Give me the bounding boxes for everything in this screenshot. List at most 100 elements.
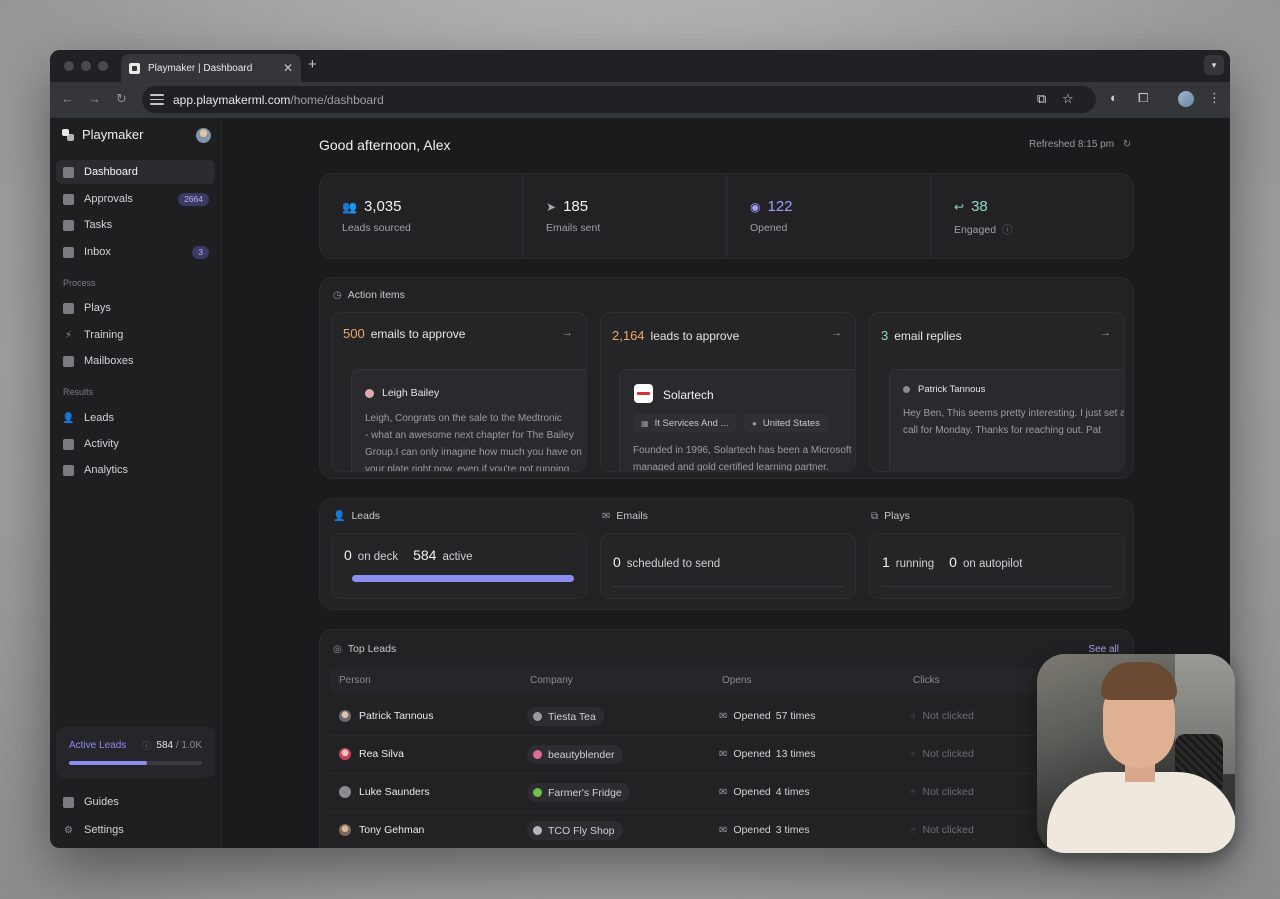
help-icon[interactable]: ⓘ <box>1002 224 1013 236</box>
pointer-icon: ☝ <box>910 824 916 835</box>
column-header-clicks[interactable]: Clicks <box>913 675 940 686</box>
user-avatar[interactable] <box>196 128 211 143</box>
back-arrow-icon[interactable]: ← <box>61 91 74 106</box>
company-chip[interactable]: Farmer's Fridge <box>527 783 630 802</box>
lead-preview-card[interactable]: Solartech ▦ It Services And ... ● United S… <box>619 369 855 471</box>
preview-company: Solartech <box>663 388 714 402</box>
stat-opened[interactable]: ◉ 122 Opened <box>728 174 931 258</box>
column-header-person[interactable]: Person <box>339 675 371 686</box>
company-chip[interactable]: TCO Fly Shop <box>527 821 623 840</box>
forward-arrow-icon[interactable]: → <box>88 91 101 106</box>
company-logo-icon <box>533 712 542 721</box>
stat-leads-sourced[interactable]: 👥 3,035 Leads sourced <box>320 174 523 258</box>
sidebar-item-label: Tasks <box>84 219 113 231</box>
send-icon: ➤ <box>546 199 557 214</box>
email-preview-card[interactable]: Leigh Bailey Leigh, Congrats on the sale… <box>351 369 586 471</box>
reply-icon: ↩ <box>954 199 965 214</box>
sidebar-item-dashboard[interactable]: Dashboard <box>56 160 215 184</box>
company-chip[interactable]: Tiesta Tea <box>527 707 604 726</box>
stat-emails-sent[interactable]: ➤ 185 Emails sent <box>524 174 727 258</box>
playmaker-favicon-icon <box>129 62 140 74</box>
action-label: email replies <box>894 329 962 343</box>
action-label: leads to approve <box>650 329 740 343</box>
action-col-leads[interactable]: 2,164 leads to approve → Solartech ▦ It Se… <box>600 312 856 472</box>
arrow-right-icon[interactable]: → <box>562 327 573 339</box>
tag-text: It Services And ... <box>654 417 729 429</box>
brand[interactable]: Playmaker <box>62 127 143 142</box>
column-header-opens[interactable]: Opens <box>722 675 751 686</box>
clicks-status: Not clicked <box>922 824 974 836</box>
tab-search-button[interactable]: ▾ <box>1204 55 1224 75</box>
arrow-right-icon[interactable]: → <box>1100 327 1111 339</box>
sidebar-item-settings[interactable]: ⚙ Settings <box>56 818 215 842</box>
open-external-icon[interactable]: ⧉ <box>1037 91 1046 107</box>
table-row[interactable]: Rea Silva beautyblender ✉ Opened 13 times … <box>330 736 1125 774</box>
preview-person: Patrick Tannous <box>918 384 986 395</box>
sidebar-item-tasks[interactable]: Tasks <box>56 213 215 237</box>
summary-card: 👤 Leads ✉ Emails ⧉ Plays 0 on deck 584 acti… <box>319 498 1134 610</box>
opens-label: Opened <box>733 786 771 798</box>
table-row[interactable]: Tony Gehman TCO Fly Shop ✉ Opened 3 times … <box>330 812 1125 848</box>
sidebar-item-activity[interactable]: Activity <box>56 432 215 456</box>
mail-open-icon: ✉ <box>719 786 728 798</box>
reply-preview-card[interactable]: Patrick Tannous Hey Ben, This seems pret… <box>889 369 1124 471</box>
help-icon[interactable]: ⓘ <box>142 739 151 752</box>
sidebar-item-analytics[interactable]: Analytics <box>56 458 215 482</box>
lead-company: Tiesta Tea <box>548 710 596 723</box>
pointer-icon: ☝ <box>910 710 916 721</box>
emails-summary-box[interactable]: 0 scheduled to send <box>600 533 856 599</box>
sidebar-item-inbox[interactable]: Inbox 3 <box>56 240 215 264</box>
sidebar: Playmaker Dashboard Approvals 2664 Tasks… <box>50 118 222 848</box>
extensions-puzzle-icon[interactable]: ⧠ <box>1138 90 1148 106</box>
tab-close-icon[interactable]: ✕ <box>283 61 293 75</box>
browser-menu-icon[interactable]: ⋮ <box>1208 90 1221 106</box>
site-settings-icon[interactable] <box>150 93 164 107</box>
browser-profile-avatar[interactable] <box>1178 91 1194 107</box>
lead-person[interactable]: Luke Saunders <box>359 786 430 798</box>
column-header-company[interactable]: Company <box>530 675 573 686</box>
active-leads-card[interactable]: Active Leads ⓘ 584 / 1.0K <box>56 727 215 778</box>
action-col-replies[interactable]: 3 email replies → Patrick Tannous Hey Ben… <box>869 312 1125 472</box>
lead-person[interactable]: Tony Gehman <box>359 824 424 836</box>
action-count: 3 <box>881 328 889 343</box>
active-leads-progress-fill <box>69 761 147 765</box>
sidebar-item-label: Analytics <box>84 464 129 476</box>
minimize-window-button[interactable] <box>81 61 91 71</box>
company-chip[interactable]: beautyblender <box>527 745 623 764</box>
clicks-status: Not clicked <box>922 710 974 722</box>
plays-icon: ⧉ <box>871 510 879 522</box>
arrow-right-icon[interactable]: → <box>831 327 842 339</box>
address-bar[interactable]: app.playmakerml.com/home/dashboard ⧉ ☆ <box>142 86 1096 113</box>
lead-person[interactable]: Patrick Tannous <box>359 710 434 722</box>
tab-title: Playmaker | Dashboard <box>148 62 253 74</box>
leads-summary-box[interactable]: 0 on deck 584 active <box>331 533 587 599</box>
sidebar-item-label: Training <box>84 329 124 341</box>
top-leads-title: ◎ Top Leads <box>333 643 396 655</box>
sidebar-item-mailboxes[interactable]: Mailboxes <box>56 349 215 373</box>
browser-tab[interactable]: Playmaker | Dashboard ✕ <box>121 54 301 82</box>
maximize-window-button[interactable] <box>98 61 108 71</box>
sidebar-item-leads[interactable]: 👤 Leads <box>56 406 215 430</box>
lead-person[interactable]: Rea Silva <box>359 748 404 760</box>
new-tab-button[interactable]: + <box>308 56 317 73</box>
sidebar-item-plays[interactable]: Plays <box>56 296 215 320</box>
emails-summary-title: ✉ Emails <box>602 510 648 522</box>
plays-summary-box[interactable]: 1 running 0 on autopilot <box>869 533 1125 599</box>
sidebar-item-approvals[interactable]: Approvals 2664 <box>56 187 215 211</box>
clicks-status: Not clicked <box>922 748 974 760</box>
stat-label: Emails sent <box>546 222 601 234</box>
stat-value: 38 <box>971 198 988 215</box>
table-row[interactable]: Patrick Tannous Tiesta Tea ✉ Opened 57 tim… <box>330 698 1125 736</box>
bookmark-star-icon[interactable]: ☆ <box>1062 91 1074 107</box>
sidebar-item-guides[interactable]: Guides <box>56 790 215 814</box>
reload-icon[interactable]: ↻ <box>116 91 127 107</box>
table-row[interactable]: Luke Saunders Farmer's Fridge ✉ Opened 4 t… <box>330 774 1125 812</box>
close-window-button[interactable] <box>64 61 74 71</box>
table-header: Person Company Opens Clicks <box>330 669 1125 693</box>
extension-globe-icon[interactable]: ◐ <box>1110 90 1118 105</box>
action-col-emails[interactable]: 500 emails to approve → Leigh Bailey Leig… <box>331 312 587 472</box>
building-icon: ▦ <box>641 418 649 428</box>
stat-engaged[interactable]: ↩ 38 Engaged ⓘ <box>932 174 1135 258</box>
sidebar-item-training[interactable]: ⚡ Training <box>56 323 215 347</box>
refresh-icon[interactable]: ↻ <box>1123 139 1131 150</box>
